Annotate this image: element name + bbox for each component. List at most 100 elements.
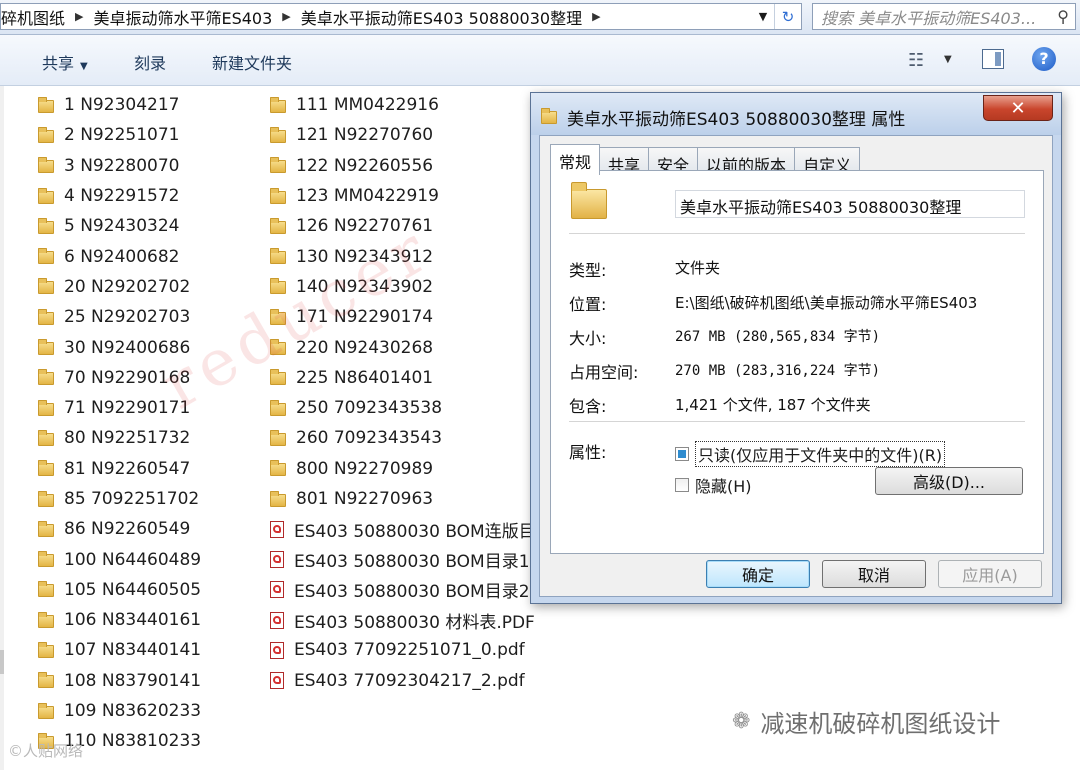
folder-item[interactable]: 108 N83790141 bbox=[38, 666, 201, 696]
folder-icon bbox=[38, 702, 54, 719]
help-icon[interactable]: ? bbox=[1032, 47, 1056, 71]
folder-item[interactable]: 106 N83440161 bbox=[38, 605, 201, 635]
folder-item[interactable]: 250 7092343538 bbox=[270, 393, 536, 423]
readonly-checkbox[interactable]: 只读(仅应用于文件夹中的文件)(R) bbox=[675, 441, 946, 467]
search-input[interactable]: 搜索 美卓水平振动筛ES403... ⚲ bbox=[812, 3, 1076, 30]
folder-item[interactable]: 1 N92304217 bbox=[38, 90, 201, 120]
folder-item[interactable]: 25 N29202703 bbox=[38, 302, 201, 332]
folder-icon bbox=[38, 157, 54, 174]
folder-item[interactable]: 71 N92290171 bbox=[38, 393, 201, 423]
pdf-file-item[interactable]: ES403 50880030 BOM目录2 bbox=[270, 575, 536, 605]
breadcrumb-arrow-icon[interactable]: ▶ bbox=[586, 10, 606, 23]
hidden-checkbox[interactable]: 隐藏(H) bbox=[675, 473, 752, 497]
item-label: 130 N92343912 bbox=[296, 246, 434, 267]
view-options-icon[interactable]: ☷ bbox=[908, 50, 924, 71]
folder-icon bbox=[270, 248, 286, 265]
item-label: ES403 50880030 材料表.PDF bbox=[294, 612, 535, 633]
ok-button[interactable]: 确定 bbox=[706, 560, 810, 588]
folder-item[interactable]: 220 N92430268 bbox=[270, 332, 536, 362]
pdf-file-item[interactable]: ES403 50880030 BOM连版目 bbox=[270, 514, 536, 544]
item-label: 121 N92270760 bbox=[296, 125, 434, 146]
folder-item[interactable]: 6 N92400682 bbox=[38, 241, 201, 271]
pdf-file-item[interactable]: ES403 77092251071_0.pdf bbox=[270, 635, 536, 665]
share-menu-button[interactable]: 共享 ▼ bbox=[42, 50, 88, 74]
folder-item[interactable]: 260 7092343543 bbox=[270, 423, 536, 453]
folder-item[interactable]: 123 MM0422919 bbox=[270, 181, 536, 211]
item-label: 109 N83620233 bbox=[64, 701, 202, 722]
burn-button[interactable]: 刻录 bbox=[134, 50, 166, 74]
search-icon[interactable]: ⚲ bbox=[1057, 7, 1069, 26]
pdf-icon bbox=[270, 672, 284, 690]
folder-icon bbox=[270, 460, 286, 477]
folder-item[interactable]: 86 N92260549 bbox=[38, 514, 201, 544]
folder-item[interactable]: 171 N92290174 bbox=[270, 302, 536, 332]
size-on-disk-label: 占用空间: bbox=[569, 363, 639, 382]
breadcrumb-arrow-icon[interactable]: ▶ bbox=[276, 10, 296, 23]
pdf-file-item[interactable]: ES403 77092304217_2.pdf bbox=[270, 666, 536, 696]
folder-item[interactable]: 100 N64460489 bbox=[38, 544, 201, 574]
folder-item[interactable]: 140 N92343902 bbox=[270, 272, 536, 302]
folder-item[interactable]: 2 N92251071 bbox=[38, 120, 201, 150]
brand-watermark: ❁ 减速机破碎机图纸设计 bbox=[732, 704, 1000, 739]
folder-icon bbox=[270, 399, 286, 416]
folder-item[interactable]: 800 N92270989 bbox=[270, 454, 536, 484]
item-label: 70 N92290168 bbox=[64, 367, 191, 388]
breadcrumb-item[interactable]: 美卓水平振动筛ES403 50880030整理 bbox=[297, 5, 586, 29]
folder-item[interactable]: 801 N92270963 bbox=[270, 484, 536, 514]
folder-item[interactable]: 20 N29202702 bbox=[38, 272, 201, 302]
size-label: 大小: bbox=[569, 329, 607, 348]
folder-item[interactable]: 111 MM0422916 bbox=[270, 90, 536, 120]
breadcrumb-item[interactable]: 碎机图纸 bbox=[1, 5, 69, 29]
advanced-button[interactable]: 高级(D)... bbox=[875, 467, 1023, 495]
item-label: ES403 50880030 BOM目录1 bbox=[294, 552, 530, 573]
checkbox-icon bbox=[675, 478, 689, 492]
folder-icon bbox=[270, 187, 286, 204]
folder-item[interactable]: 105 N64460505 bbox=[38, 575, 201, 605]
folder-item[interactable]: 109 N83620233 bbox=[38, 696, 201, 726]
folder-item[interactable]: 4 N92291572 bbox=[38, 181, 201, 211]
pdf-icon bbox=[270, 520, 284, 538]
size-value: 267 MB (280,565,834 字节) bbox=[675, 329, 881, 345]
item-label: 122 N92260556 bbox=[296, 155, 434, 176]
folder-name-field[interactable]: 美卓水平振动筛ES403 50880030整理 bbox=[675, 190, 1025, 218]
folder-icon bbox=[270, 96, 286, 113]
folder-icon bbox=[571, 182, 607, 219]
folder-item[interactable]: 122 N92260556 bbox=[270, 151, 536, 181]
history-dropdown-icon[interactable]: ▼ bbox=[753, 4, 773, 29]
folder-item[interactable]: 5 N92430324 bbox=[38, 211, 201, 241]
folder-icon bbox=[270, 217, 286, 234]
folder-icon bbox=[270, 308, 286, 325]
close-button[interactable]: ✕ bbox=[983, 95, 1053, 121]
new-folder-button[interactable]: 新建文件夹 bbox=[212, 50, 292, 74]
dialog-titlebar[interactable]: 美卓水平振动筛ES403 50880030整理 属性 ✕ bbox=[531, 93, 1061, 135]
folder-item[interactable]: 70 N92290168 bbox=[38, 363, 201, 393]
cancel-button[interactable]: 取消 bbox=[822, 560, 926, 588]
breadcrumb-item[interactable]: 美卓振动筛水平筛ES403 bbox=[89, 5, 276, 29]
folder-icon bbox=[38, 126, 54, 143]
breadcrumb-arrow-icon[interactable]: ▶ bbox=[69, 10, 89, 23]
folder-item[interactable]: 107 N83440141 bbox=[38, 635, 201, 665]
breadcrumb[interactable]: 碎机图纸 ▶ 美卓振动筛水平筛ES403 ▶ 美卓水平振动筛ES403 5088… bbox=[0, 3, 802, 30]
item-label: 106 N83440161 bbox=[64, 610, 202, 631]
tab-general[interactable]: 常规 bbox=[550, 144, 601, 175]
apply-button[interactable]: 应用(A) bbox=[938, 560, 1042, 588]
folder-item[interactable]: 30 N92400686 bbox=[38, 332, 201, 362]
folder-icon bbox=[270, 157, 286, 174]
chevron-down-icon[interactable]: ▼ bbox=[944, 54, 952, 65]
pdf-file-item[interactable]: ES403 50880030 材料表.PDF bbox=[270, 605, 536, 635]
folder-item[interactable]: 85 7092251702 bbox=[38, 484, 201, 514]
folder-item[interactable]: 81 N92260547 bbox=[38, 454, 201, 484]
refresh-icon[interactable]: ↻ bbox=[774, 4, 801, 29]
contains-value: 1,421 个文件, 187 个文件夹 bbox=[675, 396, 871, 414]
folder-item[interactable]: 225 N86401401 bbox=[270, 363, 536, 393]
folder-item[interactable]: 3 N92280070 bbox=[38, 151, 201, 181]
folder-item[interactable]: 130 N92343912 bbox=[270, 241, 536, 271]
folder-item[interactable]: 80 N92251732 bbox=[38, 423, 201, 453]
folder-item[interactable]: 121 N92270760 bbox=[270, 120, 536, 150]
folder-item[interactable]: 126 N92270761 bbox=[270, 211, 536, 241]
folder-icon bbox=[270, 490, 286, 507]
item-label: 126 N92270761 bbox=[296, 216, 434, 237]
item-label: 30 N92400686 bbox=[64, 337, 191, 358]
pdf-file-item[interactable]: ES403 50880030 BOM目录1 bbox=[270, 544, 536, 574]
preview-pane-icon[interactable] bbox=[982, 49, 1004, 69]
